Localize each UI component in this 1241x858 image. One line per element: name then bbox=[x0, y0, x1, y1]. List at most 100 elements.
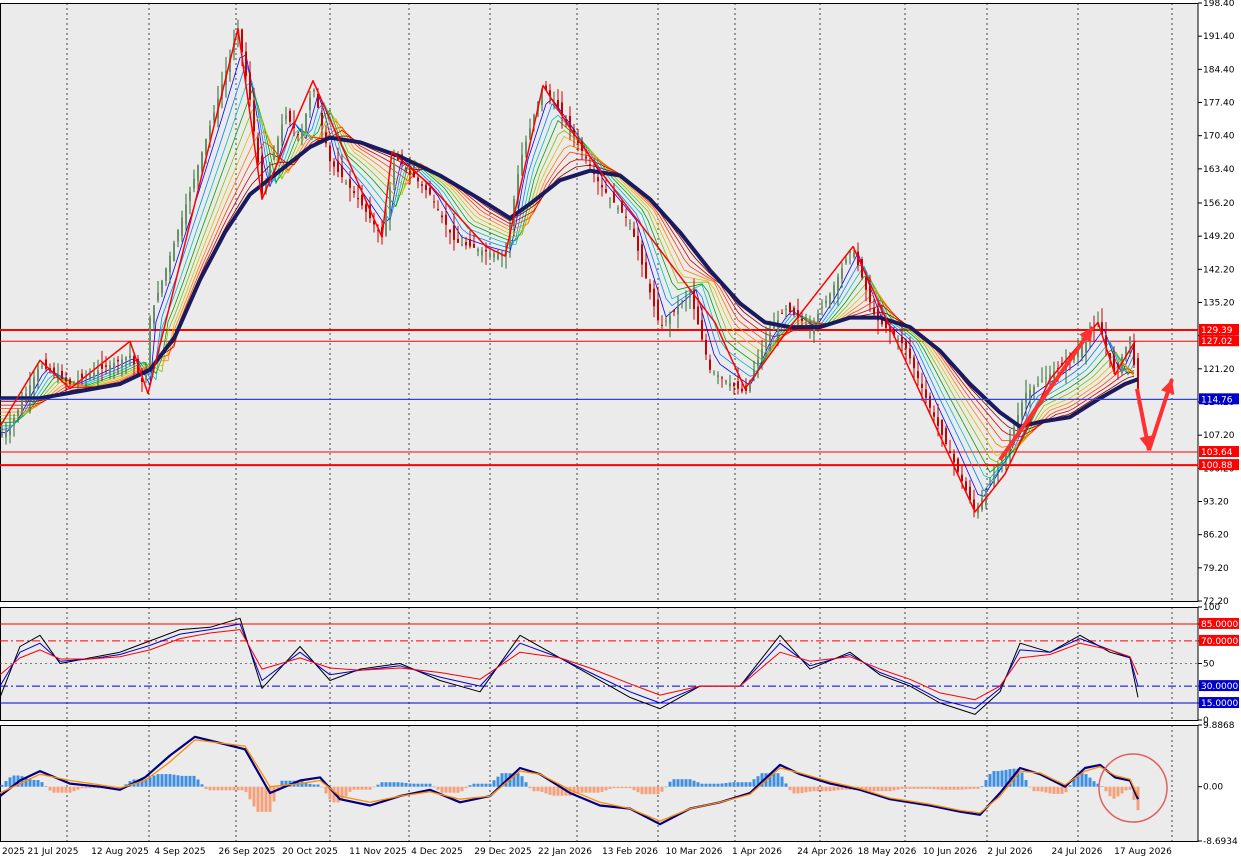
candle-body bbox=[69, 379, 71, 384]
y-tick-label: 170.40 bbox=[1203, 132, 1235, 142]
macd-histogram-bar bbox=[188, 775, 192, 787]
macd-histogram-bar bbox=[936, 786, 940, 790]
macd-histogram-bar bbox=[360, 786, 364, 790]
candle-body bbox=[417, 177, 419, 182]
candle-body bbox=[437, 209, 439, 211]
macd-histogram-bar bbox=[624, 786, 628, 789]
macd-histogram-bar bbox=[544, 786, 548, 794]
candle-body bbox=[685, 298, 687, 300]
candle-body bbox=[1129, 336, 1131, 344]
candle-body bbox=[105, 365, 107, 367]
x-tick-label: 10 Jun 2026 bbox=[923, 847, 977, 857]
macd-histogram-bar bbox=[1040, 786, 1044, 792]
macd-histogram-bar bbox=[364, 786, 368, 790]
x-tick-label: 13 Feb 2026 bbox=[602, 847, 658, 857]
candle-body bbox=[337, 161, 339, 172]
macd-histogram-bar bbox=[252, 786, 256, 807]
macd-histogram-bar bbox=[704, 783, 708, 787]
macd-histogram-bar bbox=[220, 786, 224, 791]
candle-body bbox=[589, 164, 591, 166]
level-label: 129.39 bbox=[1201, 326, 1233, 336]
macd-histogram-bar bbox=[520, 776, 524, 787]
macd-histogram-bar bbox=[592, 786, 596, 793]
macd-histogram-bar bbox=[232, 786, 236, 791]
candle-body bbox=[41, 366, 43, 368]
candle-body bbox=[761, 349, 763, 362]
candle-body bbox=[253, 100, 255, 132]
macd-histogram-bar bbox=[588, 786, 592, 793]
level-label: 114.76 bbox=[1201, 395, 1233, 405]
macd-histogram-bar bbox=[988, 774, 992, 787]
candle-body bbox=[1029, 389, 1031, 400]
macd-histogram-bar bbox=[596, 786, 600, 793]
macd-histogram-bar bbox=[60, 786, 64, 793]
candle-body bbox=[89, 374, 91, 378]
macd-histogram-bar bbox=[700, 783, 704, 787]
candle-body bbox=[869, 286, 871, 303]
macd-histogram-bar bbox=[356, 786, 360, 790]
candle-body bbox=[197, 165, 199, 181]
candle-body bbox=[409, 170, 411, 173]
candle-body bbox=[361, 195, 363, 206]
candle-body bbox=[1041, 380, 1043, 382]
macd-histogram-bar bbox=[612, 786, 616, 789]
candle-body bbox=[329, 145, 331, 162]
candle-body bbox=[641, 244, 643, 265]
candle-body bbox=[13, 417, 15, 426]
macd-histogram-bar bbox=[424, 783, 428, 787]
macd-histogram-bar bbox=[428, 783, 432, 787]
candle-body bbox=[81, 373, 83, 379]
macd-histogram-bar bbox=[408, 783, 412, 787]
macd-histogram-bar bbox=[340, 786, 344, 801]
macd-histogram-bar bbox=[984, 780, 988, 787]
macd-histogram-bar bbox=[456, 786, 460, 793]
macd-histogram-bar bbox=[780, 776, 784, 787]
macd-histogram-bar bbox=[492, 780, 496, 787]
candle-body bbox=[345, 182, 347, 184]
macd-histogram-bar bbox=[1024, 780, 1028, 787]
macd-histogram-bar bbox=[584, 786, 588, 793]
candle-body bbox=[817, 313, 819, 326]
macd-histogram-bar bbox=[716, 783, 720, 787]
macd-histogram-bar bbox=[976, 786, 980, 789]
macd-histogram-bar bbox=[792, 786, 796, 794]
candle-body bbox=[961, 474, 963, 482]
macd-histogram-bar bbox=[464, 786, 468, 789]
macd-histogram-bar bbox=[652, 786, 656, 795]
macd-histogram-bar bbox=[1044, 786, 1048, 793]
macd-histogram-bar bbox=[600, 786, 604, 792]
macd-histogram-bar bbox=[396, 782, 400, 787]
macd-histogram-bar bbox=[1112, 786, 1116, 799]
candle-body bbox=[357, 198, 359, 200]
macd-histogram-bar bbox=[160, 774, 164, 787]
macd-histogram-bar bbox=[200, 784, 204, 787]
macd-histogram-bar bbox=[228, 786, 232, 791]
y-tick-label: 191.40 bbox=[1203, 32, 1235, 42]
macd-histogram-bar bbox=[644, 786, 648, 795]
level-label: 127.02 bbox=[1201, 337, 1233, 347]
macd-histogram-bar bbox=[1080, 773, 1084, 787]
candle-body bbox=[933, 412, 935, 417]
candle-body bbox=[449, 229, 451, 233]
candle-body bbox=[689, 293, 691, 298]
candle-body bbox=[65, 377, 67, 382]
candle-body bbox=[673, 309, 675, 312]
macd-histogram-bar bbox=[732, 782, 736, 787]
macd-histogram-bar bbox=[608, 786, 612, 789]
macd-histogram-bar bbox=[236, 786, 240, 791]
candle-body bbox=[993, 475, 995, 484]
macd-histogram-bar bbox=[484, 783, 488, 787]
macd-histogram-bar bbox=[444, 786, 448, 793]
candle-body bbox=[37, 369, 39, 382]
macd-histogram-bar bbox=[812, 786, 816, 792]
macd-histogram-bar bbox=[896, 786, 900, 790]
y-tick-label: 9.8868 bbox=[1203, 721, 1235, 731]
candle-body bbox=[161, 280, 163, 294]
macd-histogram-bar bbox=[1128, 786, 1132, 790]
macd-histogram-bar bbox=[540, 786, 544, 792]
macd-histogram-bar bbox=[76, 786, 80, 790]
candle-body bbox=[305, 113, 307, 132]
candle-body bbox=[1025, 392, 1027, 403]
candle-body bbox=[953, 453, 955, 463]
macd-histogram-bar bbox=[956, 786, 960, 790]
